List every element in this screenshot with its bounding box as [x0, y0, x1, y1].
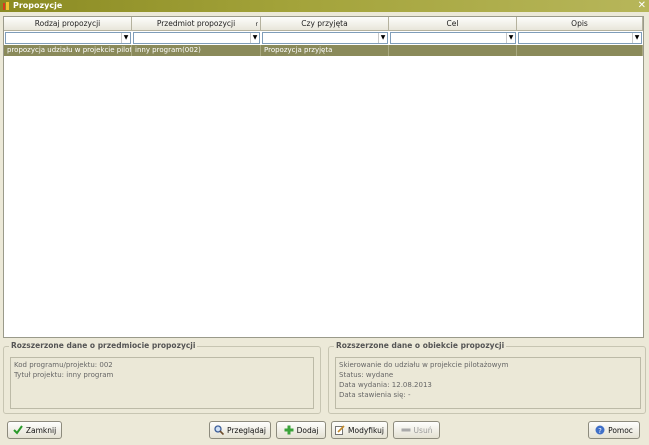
- column-header-przedmiot[interactable]: Przedmiot propozycji r: [132, 17, 261, 31]
- help-button[interactable]: ? Pomoc: [588, 421, 640, 439]
- table-row[interactable]: propozycja udziału w projekcie pilotaż..…: [4, 45, 643, 56]
- close-button[interactable]: Zamknij: [7, 421, 62, 439]
- minus-icon: [401, 428, 411, 432]
- subject-details-group: Rozszerzone dane o przedmiocie propozycj…: [3, 341, 321, 414]
- delete-button[interactable]: Usuń: [393, 421, 440, 439]
- column-header-opis[interactable]: Opis: [517, 17, 643, 31]
- sort-indicator-icon: r: [255, 21, 258, 28]
- filter-row: ▼ ▼ ▼ ▼ ▼: [4, 31, 643, 45]
- subject-detail-line: Kod programu/projektu: 002: [14, 361, 113, 369]
- object-detail-line: Data wydania: 12.08.2013: [339, 381, 432, 389]
- cell-cel: [389, 45, 517, 56]
- cell-czy-przyjeta: Propozycja przyjęta: [261, 45, 389, 56]
- browse-button[interactable]: Przeglądaj: [209, 421, 271, 439]
- filter-czy-przyjeta[interactable]: ▼: [262, 32, 388, 44]
- app-icon: [3, 2, 9, 10]
- browse-button-label: Przeglądaj: [227, 425, 266, 435]
- filter-input[interactable]: [6, 33, 130, 43]
- modify-button[interactable]: Modyfikuj: [331, 421, 388, 439]
- cell-rodzaj: propozycja udziału w projekcie pilotaż..…: [4, 45, 132, 56]
- object-details-group: Rozszerzone dane o obiekcie propozycji S…: [328, 341, 646, 414]
- checkmark-icon: [13, 425, 23, 435]
- chevron-down-icon[interactable]: ▼: [506, 33, 515, 43]
- column-header-label: Rodzaj propozycji: [34, 19, 101, 28]
- filter-input[interactable]: [134, 33, 259, 43]
- svg-text:?: ?: [598, 427, 602, 435]
- column-header-czy-przyjeta[interactable]: Czy przyjęta: [261, 17, 389, 31]
- object-details-box: Skierowanie do udziału w projekcie pilot…: [335, 357, 641, 409]
- object-detail-line: Status: wydane: [339, 371, 394, 379]
- plus-icon: [284, 425, 294, 435]
- subject-details-legend: Rozszerzone dane o przedmiocie propozycj…: [9, 341, 198, 351]
- chevron-down-icon[interactable]: ▼: [250, 33, 259, 43]
- filter-input[interactable]: [263, 33, 387, 43]
- delete-button-label: Usuń: [413, 425, 433, 435]
- column-header-rodzaj[interactable]: Rodzaj propozycji: [4, 17, 132, 31]
- add-button-label: Dodaj: [296, 425, 319, 435]
- subject-details-box: Kod programu/projektu: 002 Tytuł projekt…: [10, 357, 314, 409]
- cell-przedmiot: inny program(002): [132, 45, 261, 56]
- close-button-label: Zamknij: [25, 425, 57, 435]
- add-button[interactable]: Dodaj: [276, 421, 326, 439]
- filter-przedmiot[interactable]: ▼: [133, 32, 260, 44]
- edit-icon: [335, 425, 345, 435]
- subject-detail-line: Tytuł projektu: inny program: [14, 371, 114, 379]
- column-header-label: Cel: [446, 19, 459, 28]
- column-header-cel[interactable]: Cel: [389, 17, 517, 31]
- title-bar: Propozycje ✕: [0, 0, 649, 12]
- chevron-down-icon[interactable]: ▼: [632, 33, 641, 43]
- modify-button-label: Modyfikuj: [348, 425, 384, 435]
- cell-opis: [517, 45, 643, 56]
- filter-input[interactable]: [391, 33, 515, 43]
- column-header-label: Przedmiot propozycji: [156, 19, 236, 28]
- filter-rodzaj[interactable]: ▼: [5, 32, 131, 44]
- button-bar: Zamknij Przeglądaj Dodaj Modyfikuj Usuń …: [0, 419, 649, 441]
- window-body: Rodzaj propozycji Przedmiot propozycji r …: [0, 12, 649, 445]
- magnifier-icon: [214, 425, 225, 435]
- close-icon[interactable]: ✕: [638, 0, 646, 12]
- filter-cel[interactable]: ▼: [390, 32, 516, 44]
- column-header-label: Czy przyjęta: [301, 19, 348, 28]
- object-detail-line: Skierowanie do udziału w projekcie pilot…: [339, 361, 509, 369]
- window-title: Propozycje: [13, 1, 63, 10]
- object-detail-line: Data stawienia się: -: [339, 391, 411, 399]
- object-details-legend: Rozszerzone dane o obiekcie propozycji: [334, 341, 507, 351]
- grid-header: Rodzaj propozycji Przedmiot propozycji r …: [4, 17, 643, 31]
- help-button-label: Pomoc: [608, 425, 633, 435]
- proposals-grid: Rodzaj propozycji Przedmiot propozycji r …: [3, 16, 644, 338]
- chevron-down-icon[interactable]: ▼: [121, 33, 130, 43]
- filter-input[interactable]: [519, 33, 641, 43]
- help-icon: ?: [595, 425, 605, 435]
- column-header-label: Opis: [571, 19, 588, 28]
- chevron-down-icon[interactable]: ▼: [378, 33, 387, 43]
- filter-opis[interactable]: ▼: [518, 32, 642, 44]
